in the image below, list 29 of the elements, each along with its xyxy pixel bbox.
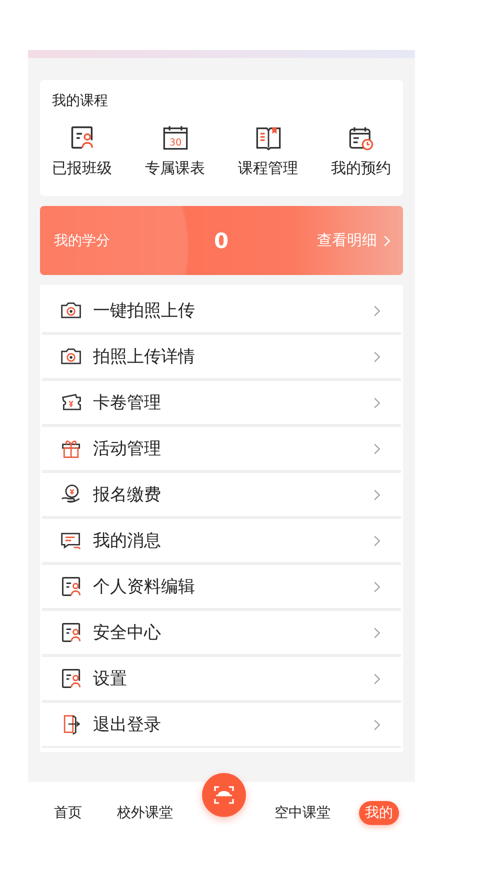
chevron-icon [373,580,381,594]
chevron-icon [373,672,381,686]
course-shortcut[interactable]: 已报班级 [52,124,112,178]
calendar-clock-icon [348,124,374,151]
course-shortcut[interactable]: 30 专属课表 [145,124,205,178]
course-shortcut[interactable]: 课程管理 [238,124,298,178]
chevron-icon [373,396,381,410]
profile-card-icon [60,621,83,644]
profile-card-icon [60,575,83,598]
chevron-icon [373,442,381,456]
nav-tab[interactable]: 首页 [48,801,88,825]
scan-icon [212,783,236,807]
credits-label: 我的学分 [54,232,111,250]
section-title: 我的课程 [52,92,109,110]
chevron-icon [373,350,381,364]
chevron-icon [373,304,381,318]
book-icon [254,124,282,151]
chevron-icon [373,626,381,640]
course-shortcut[interactable]: 我的预约 [331,124,391,178]
chevron-icon [383,234,391,248]
chevron-icon [373,534,381,548]
nav-tab[interactable]: 校外课堂 [110,801,179,825]
scan-button[interactable] [202,773,246,817]
chevron-icon [373,718,381,732]
credits-value: 0 [214,228,230,252]
profile-card-icon [68,124,96,151]
nav-tab[interactable]: 空中课堂 [268,801,336,825]
chevron-icon [373,488,381,502]
profile-card-icon [60,667,83,690]
